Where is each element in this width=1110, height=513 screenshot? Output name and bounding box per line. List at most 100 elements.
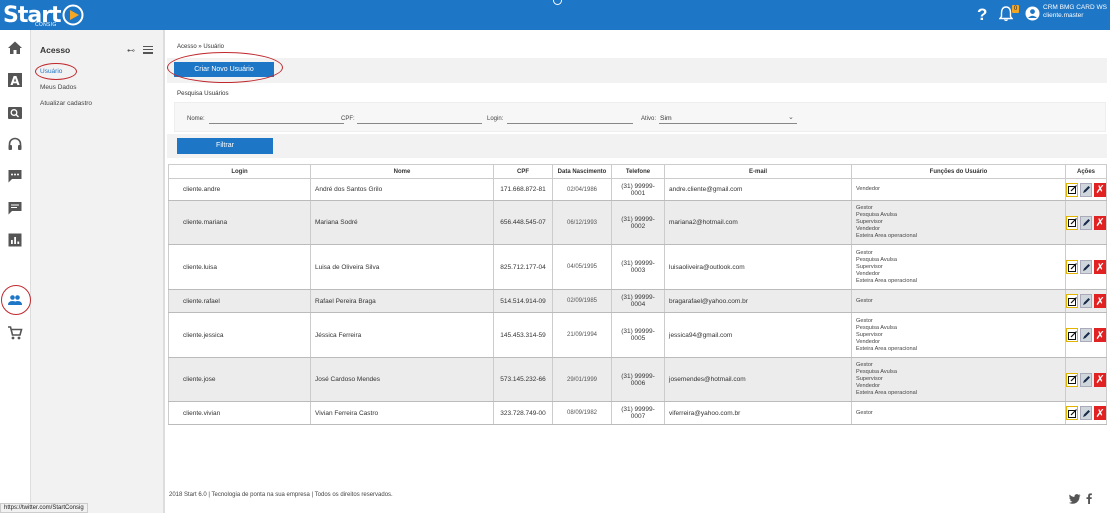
search-form: Nome: CPF: Login: Ativo: Sim ⌄ xyxy=(174,102,1106,132)
chevron-down-icon[interactable]: ⌄ xyxy=(788,113,794,121)
delete-icon[interactable]: ✗ xyxy=(1094,406,1107,420)
row-actions: ✗ xyxy=(1066,406,1107,420)
cell-login: cliente.jose xyxy=(168,357,311,402)
cart-icon[interactable] xyxy=(7,325,23,341)
table-header-row: Login Nome CPF Data Nascimento Telefone … xyxy=(168,164,1107,179)
edit-icon[interactable] xyxy=(1066,294,1079,308)
chat-icon[interactable] xyxy=(7,168,23,184)
home-icon[interactable] xyxy=(7,40,23,56)
logo[interactable]: Start CONSIG xyxy=(3,2,84,28)
cell-funcoes: Gestor xyxy=(851,289,1066,313)
cell-email: josemendes@hotmail.com xyxy=(664,357,852,402)
cell-funcoes: Gestor Pesquisa Avulsa Supervisor Vendedor E… xyxy=(851,312,1066,358)
delete-icon[interactable]: ✗ xyxy=(1094,372,1107,387)
cell-login: cliente.andre xyxy=(168,178,311,201)
col-telefone[interactable]: Telefone xyxy=(611,164,665,179)
loading-indicator xyxy=(553,0,562,5)
cell-login: cliente.jessica xyxy=(168,312,311,358)
row-actions: ✗ xyxy=(1066,372,1107,387)
annotation-circle xyxy=(35,63,77,80)
decoration xyxy=(0,296,3,304)
funcao-item: Vendedor xyxy=(856,338,880,345)
cell-telefone: (31) 99999-0001 xyxy=(611,178,665,201)
user-menu[interactable]: CRM BMG CARD WS cliente.master xyxy=(1043,4,1107,20)
pencil-icon[interactable] xyxy=(1080,294,1093,308)
submenu-item-atualizar-cadastro[interactable]: Atualizar cadastro xyxy=(40,100,92,107)
cell-email: jessica94@gmail.com xyxy=(664,312,852,358)
cell-nome: Vivian Ferreira Castro xyxy=(310,401,494,425)
pin-icon[interactable]: ⊷ xyxy=(127,46,135,55)
annotation-circle xyxy=(1,285,31,315)
cell-telefone: (31) 99999-0004 xyxy=(611,289,665,313)
edit-icon[interactable] xyxy=(1066,372,1079,387)
table-row: cliente.rafael Rafael Pereira Braga 514.51… xyxy=(168,289,1107,313)
login-label: Login: xyxy=(487,116,504,122)
funcao-item: Esteira Area operacional xyxy=(856,390,917,396)
delete-icon[interactable]: ✗ xyxy=(1094,328,1107,342)
pencil-icon[interactable] xyxy=(1080,182,1093,197)
ativo-select[interactable] xyxy=(659,123,797,124)
row-actions: ✗ xyxy=(1066,328,1107,342)
col-email[interactable]: E-mail xyxy=(664,164,852,179)
pencil-icon[interactable] xyxy=(1080,260,1093,274)
help-icon[interactable]: ? xyxy=(977,5,987,25)
table-row: cliente.jessica Jéssica Ferreira 145.453.3… xyxy=(168,312,1107,358)
delete-icon[interactable]: ✗ xyxy=(1094,260,1107,274)
facebook-icon[interactable] xyxy=(1086,493,1092,504)
cell-funcoes: Gestor xyxy=(851,401,1066,425)
pencil-icon[interactable] xyxy=(1080,372,1093,387)
nome-input[interactable] xyxy=(209,123,344,124)
edit-icon[interactable] xyxy=(1066,406,1079,420)
col-nascimento[interactable]: Data Nascimento xyxy=(552,164,612,179)
funcao-item: Gestor xyxy=(856,362,873,368)
funcao-item: Gestor xyxy=(856,205,873,211)
cell-acoes: ✗ xyxy=(1065,312,1107,358)
pencil-icon[interactable] xyxy=(1080,215,1093,230)
delete-icon[interactable]: ✗ xyxy=(1094,294,1107,308)
message-icon[interactable] xyxy=(7,200,23,216)
social-links xyxy=(1069,493,1092,504)
edit-icon[interactable] xyxy=(1066,328,1079,342)
menu-icon[interactable] xyxy=(143,46,153,56)
login-input[interactable] xyxy=(507,123,633,124)
cell-nascimento: 08/09/1982 xyxy=(552,401,612,425)
cell-cpf: 825.712.177-04 xyxy=(493,244,553,290)
funcao-item: Gestor xyxy=(856,317,873,324)
pencil-icon[interactable] xyxy=(1080,328,1093,342)
edit-icon[interactable] xyxy=(1066,260,1079,274)
filter-button[interactable]: Filtrar xyxy=(177,138,273,154)
user-icon[interactable] xyxy=(1025,6,1040,21)
cell-login: cliente.vivian xyxy=(168,401,311,425)
svg-text:A: A xyxy=(10,74,20,88)
play-icon xyxy=(62,4,84,26)
funcao-item: Esteira Area operacional xyxy=(856,233,917,239)
headset-icon[interactable] xyxy=(7,136,23,152)
funcao-item: Pesquisa Avulsa xyxy=(856,256,897,263)
ativo-select-value[interactable]: Sim xyxy=(660,115,672,122)
col-login[interactable]: Login xyxy=(168,164,311,179)
cell-email: mariana2@hotmail.com xyxy=(664,200,852,245)
search-icon[interactable] xyxy=(7,105,23,121)
delete-icon[interactable]: ✗ xyxy=(1094,182,1107,197)
pencil-icon[interactable] xyxy=(1080,406,1093,420)
col-funcoes[interactable]: Funções do Usuário xyxy=(851,164,1066,179)
edit-icon[interactable] xyxy=(1066,215,1079,230)
funcao-item: Vendedor xyxy=(856,270,880,277)
funcao-item: Gestor xyxy=(856,249,873,256)
font-icon[interactable]: A xyxy=(7,72,23,88)
delete-icon[interactable]: ✗ xyxy=(1094,215,1107,230)
submenu-item-meus-dados[interactable]: Meus Dados xyxy=(40,84,77,91)
funcao-item: Supervisor xyxy=(856,219,883,225)
cpf-input[interactable] xyxy=(357,123,482,124)
cell-nascimento: 02/04/1986 xyxy=(552,178,612,201)
bell-icon[interactable] xyxy=(999,6,1013,22)
table-row: cliente.andre André dos Santos Grilo 171.6… xyxy=(168,178,1107,201)
twitter-icon[interactable] xyxy=(1069,493,1081,504)
cell-funcoes: Vendedor xyxy=(851,178,1066,201)
col-nome[interactable]: Nome xyxy=(310,164,494,179)
col-cpf[interactable]: CPF xyxy=(493,164,553,179)
cell-telefone: (31) 99999-0005 xyxy=(611,312,665,358)
edit-icon[interactable] xyxy=(1066,182,1079,197)
cell-nascimento: 02/09/1985 xyxy=(552,289,612,313)
chart-icon[interactable] xyxy=(7,232,23,248)
